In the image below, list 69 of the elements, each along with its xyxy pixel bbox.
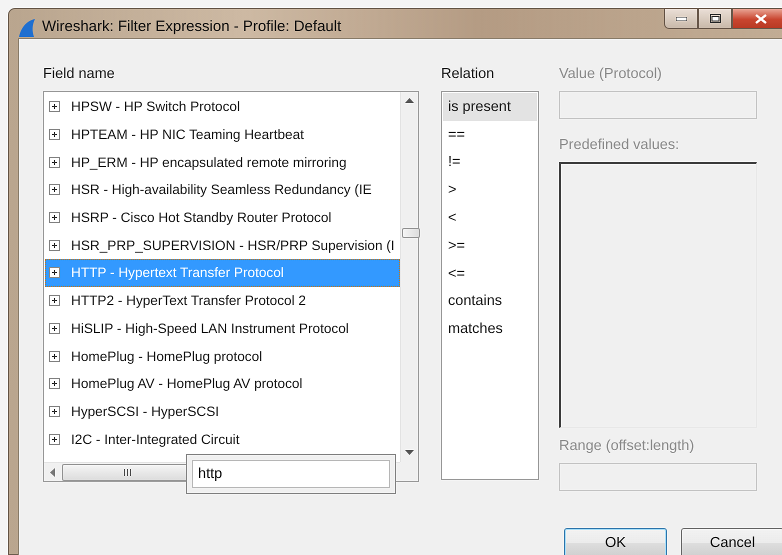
relation-item[interactable]: > (443, 176, 537, 204)
tree-item[interactable]: HTTP2 - HyperText Transfer Protocol 2 (45, 286, 400, 314)
minimize-icon (676, 16, 686, 20)
tree-item[interactable]: HPSW - HP Switch Protocol (45, 93, 400, 121)
tree-item-label: I2C - Inter-Integrated Circuit (71, 432, 240, 447)
expand-icon[interactable] (49, 378, 60, 390)
expand-icon[interactable] (49, 129, 60, 140)
close-icon (755, 14, 767, 24)
tree-item-label: HomePlug - HomePlug protocol (71, 348, 262, 364)
value-label: Value (Protocol) (559, 65, 663, 83)
shark-fin-icon (18, 18, 36, 38)
expand-icon[interactable] (49, 267, 60, 278)
expand-icon[interactable] (49, 406, 60, 417)
scroll-left-icon[interactable] (50, 468, 56, 476)
relation-item[interactable]: < (443, 204, 537, 232)
expand-icon[interactable] (49, 156, 60, 168)
expand-icon[interactable] (49, 240, 60, 251)
tree-item-label: HiSLIP - High-Speed LAN Instrument Protocol (71, 320, 349, 336)
grip-icon (122, 468, 132, 476)
tree-item[interactable]: HSR_PRP_SUPERVISION - HSR/PRP Supervision (I (45, 231, 400, 260)
predefined-values-label: Predefined values: (559, 136, 680, 154)
relation-label: Relation (441, 65, 496, 83)
expand-icon[interactable] (49, 295, 60, 306)
scroll-down-icon[interactable] (405, 450, 414, 456)
expand-icon[interactable] (49, 434, 60, 445)
tree-item-label: HPSW - HP Switch Protocol (71, 99, 240, 114)
scroll-thumb[interactable] (402, 228, 420, 238)
expand-icon[interactable] (49, 322, 60, 334)
tree-item[interactable]: HP_ERM - HP encapsulated remote mirroring (45, 148, 400, 176)
expand-icon[interactable] (49, 184, 60, 196)
tree-item[interactable]: HomePlug - HomePlug protocol (45, 342, 400, 370)
close-button[interactable] (732, 8, 782, 29)
tree-item-label: HTTP - Hypertext Transfer Protocol (71, 265, 284, 280)
relation-item[interactable]: contains (443, 288, 537, 316)
relation-item[interactable]: == (443, 120, 537, 149)
tree-item-label: HomePlug AV - HomePlug AV protocol (71, 376, 302, 392)
dialog-button[interactable]: Cancel (681, 528, 782, 555)
tree-item-label: HPTEAM - HP NIC Teaming Heartbeat (71, 127, 304, 142)
tree-item-label: HP_ERM - HP encapsulated remote mirroring (71, 154, 347, 170)
tree-item[interactable]: HomePlug AV - HomePlug AV protocol (45, 370, 400, 398)
tree-item[interactable]: HSRP - Cisco Hot Standby Router Protocol (45, 204, 400, 232)
expand-icon[interactable] (49, 350, 60, 362)
maximize-button[interactable] (698, 8, 732, 29)
tree-item-label: HSR - High-availability Seamless Redundancy (IE (71, 182, 372, 198)
tree-item[interactable]: HyperSCSI - HyperSCSI (45, 398, 400, 426)
relation-item[interactable]: is present (443, 93, 537, 121)
search-field[interactable]: http (192, 460, 390, 488)
tree-item[interactable]: HPTEAM - HP NIC Teaming Heartbeat (45, 120, 400, 148)
tree-item[interactable]: HSR - High-availability Seamless Redundancy (IE (45, 176, 400, 204)
field-name-label: Field name (43, 65, 116, 83)
minimize-button[interactable] (664, 8, 698, 29)
relation-item[interactable]: matches (443, 315, 537, 344)
dialog-button[interactable]: OK (564, 528, 667, 555)
vertical-scrollbar[interactable] (400, 92, 418, 462)
relation-item[interactable]: >= (443, 232, 537, 260)
scroll-up-icon[interactable] (405, 98, 414, 104)
tree-item[interactable]: HiSLIP - High-Speed LAN Instrument Protocol (45, 314, 400, 342)
maximize-icon (710, 14, 720, 23)
expand-icon[interactable] (49, 212, 60, 224)
tree-item-label: HTTP2 - HyperText Transfer Protocol 2 (71, 293, 306, 308)
tree-item[interactable]: I2C - Inter-Integrated Circuit (45, 425, 400, 453)
tree-item-label: HyperSCSI - HyperSCSI (71, 404, 220, 419)
range-label: Range (offset:length) (559, 437, 696, 455)
window-title: Wireshark: Filter Expression - Profile: Default (42, 18, 342, 35)
relation-item[interactable]: <= (443, 260, 537, 288)
tree-item-label: HSR_PRP_SUPERVISION - HSR/PRP Supervision (I (71, 238, 395, 253)
expand-icon[interactable] (49, 101, 60, 112)
relation-item[interactable]: != (443, 148, 537, 176)
tree-item-label: HSRP - Cisco Hot Standby Router Protocol (71, 210, 332, 226)
